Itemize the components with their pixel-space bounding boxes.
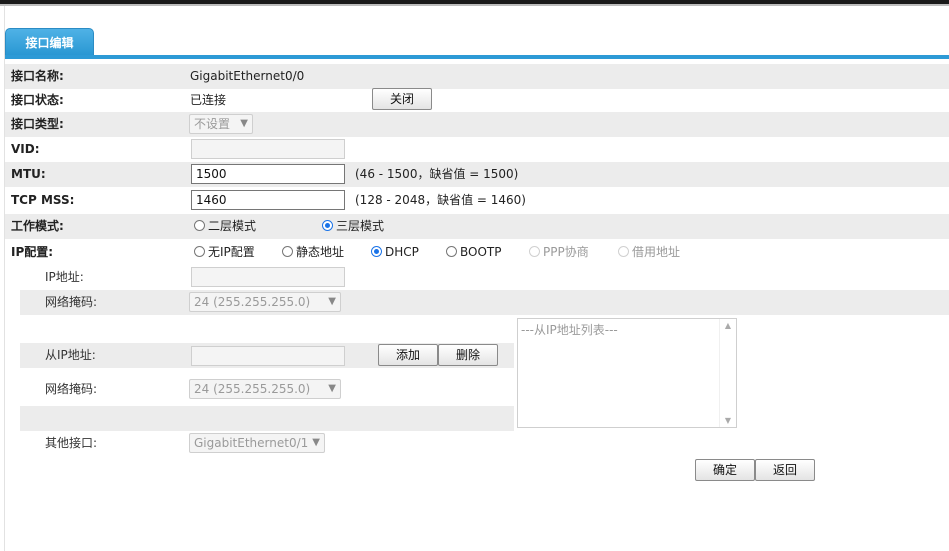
other-interface-select[interactable]: GigabitEthernet0/1 ▼: [189, 433, 325, 453]
chevron-down-icon: ▼: [312, 437, 320, 448]
radio-checked-icon: [371, 246, 382, 257]
window-top-shadow: [0, 4, 949, 6]
row-interface-type: 接口类型: 不设置 ▼: [5, 112, 949, 137]
static-address-label: 静态地址: [296, 245, 345, 259]
chevron-down-icon: ▼: [328, 383, 336, 394]
mtu-label: MTU:: [11, 167, 46, 181]
ppp-negotiation-label: PPP协商: [543, 245, 589, 259]
row-ip-address: IP地址:: [20, 265, 949, 290]
scroll-up-icon[interactable]: ▲: [725, 321, 731, 330]
vid-input[interactable]: [191, 139, 345, 159]
radio-borrow-address[interactable]: 借用地址: [618, 240, 680, 265]
ip-address-input[interactable]: [191, 267, 345, 287]
interface-type-select[interactable]: 不设置 ▼: [189, 114, 253, 134]
add-button[interactable]: 添加: [378, 344, 438, 366]
tab-bar: 接口编辑: [5, 28, 949, 60]
interface-name-value: GigabitEthernet0/0: [190, 69, 305, 83]
row-vid: VID:: [5, 137, 949, 162]
radio-layer2-mode[interactable]: 二层模式: [194, 214, 256, 239]
bootp-label: BOOTP: [460, 245, 502, 259]
tcp-mss-label: TCP MSS:: [11, 193, 75, 207]
row-tcp-mss: TCP MSS: (128 - 2048，缺省值 = 1460): [5, 188, 949, 213]
row-netmask: 网络掩码: 24 (255.255.255.0) ▼: [20, 290, 949, 315]
interface-status-label: 接口状态:: [11, 93, 64, 107]
chevron-down-icon: ▼: [328, 296, 336, 307]
interface-type-selected: 不设置: [194, 117, 231, 131]
row-ip-config: IP配置: 无IP配置 静态地址 DHCP BOOTP PPP协商 借用地址: [5, 240, 949, 265]
radio-dhcp[interactable]: DHCP: [371, 240, 419, 265]
tab-underline: [5, 55, 949, 59]
radio-static-address[interactable]: 静态地址: [282, 240, 344, 265]
other-interface-label: 其他接口:: [45, 436, 98, 450]
interface-type-label: 接口类型:: [11, 117, 64, 131]
tcp-mss-input[interactable]: [191, 190, 345, 210]
no-ip-label: 无IP配置: [208, 245, 255, 259]
row-spacer: [20, 406, 514, 431]
layer2-mode-label: 二层模式: [208, 219, 257, 233]
row-interface-name: 接口名称: GigabitEthernet0/0: [5, 64, 949, 89]
row-secondary-netmask: 网络掩码: 24 (255.255.255.0) ▼: [20, 377, 514, 402]
close-button[interactable]: 关闭: [372, 88, 432, 110]
ip-address-label: IP地址:: [45, 270, 84, 284]
tcp-mss-hint: (128 - 2048，缺省值 = 1460): [355, 193, 526, 207]
radio-layer3-mode[interactable]: 三层模式: [322, 214, 384, 239]
netmask-selected: 24 (255.255.255.0): [194, 295, 311, 309]
radio-unchecked-icon: [446, 246, 457, 257]
secondary-netmask-label: 网络掩码:: [45, 382, 98, 396]
secondary-ip-list-placeholder: ---从IP地址列表---: [521, 323, 618, 337]
radio-checked-icon: [322, 220, 333, 231]
row-interface-status: 接口状态: 已连接 关闭: [5, 88, 949, 113]
radio-unchecked-icon: [194, 246, 205, 257]
mtu-input[interactable]: [191, 164, 345, 184]
ok-button[interactable]: 确定: [695, 459, 755, 481]
netmask-label: 网络掩码:: [45, 295, 98, 309]
borrow-address-label: 借用地址: [632, 245, 681, 259]
radio-disabled-icon: [529, 246, 540, 257]
layer3-mode-label: 三层模式: [336, 219, 385, 233]
list-scrollbar[interactable]: ▲ ▼: [719, 319, 736, 427]
back-button[interactable]: 返回: [755, 459, 815, 481]
vid-label: VID:: [11, 142, 40, 156]
radio-no-ip[interactable]: 无IP配置: [194, 240, 255, 265]
secondary-ip-list[interactable]: ---从IP地址列表--- ▲ ▼: [517, 318, 737, 428]
radio-unchecked-icon: [194, 220, 205, 231]
row-secondary-ip: 从IP地址: 添加 删除: [20, 343, 514, 368]
tab-interface-edit[interactable]: 接口编辑: [5, 28, 94, 56]
dhcp-label: DHCP: [385, 245, 419, 259]
secondary-netmask-selected: 24 (255.255.255.0): [194, 382, 311, 396]
other-interface-selected: GigabitEthernet0/1: [194, 436, 309, 450]
secondary-ip-input[interactable]: [191, 346, 345, 366]
work-mode-label: 工作模式:: [11, 219, 64, 233]
radio-bootp[interactable]: BOOTP: [446, 240, 501, 265]
secondary-netmask-select[interactable]: 24 (255.255.255.0) ▼: [189, 379, 341, 399]
radio-disabled-icon: [618, 246, 629, 257]
interface-name-label: 接口名称:: [11, 69, 64, 83]
delete-button[interactable]: 删除: [438, 344, 498, 366]
radio-unchecked-icon: [282, 246, 293, 257]
ip-config-label: IP配置:: [11, 245, 54, 259]
row-other-interface: 其他接口: GigabitEthernet0/1 ▼: [20, 431, 949, 456]
radio-ppp-negotiation[interactable]: PPP协商: [529, 240, 589, 265]
mtu-hint: (46 - 1500，缺省值 = 1500): [355, 167, 519, 181]
row-mtu: MTU: (46 - 1500，缺省值 = 1500): [5, 162, 949, 187]
row-work-mode: 工作模式: 二层模式 三层模式: [5, 214, 949, 239]
chevron-down-icon: ▼: [240, 118, 248, 129]
scroll-down-icon[interactable]: ▼: [725, 416, 731, 425]
secondary-ip-label: 从IP地址:: [45, 348, 96, 362]
netmask-select[interactable]: 24 (255.255.255.0) ▼: [189, 292, 341, 312]
interface-status-value: 已连接: [190, 93, 227, 107]
